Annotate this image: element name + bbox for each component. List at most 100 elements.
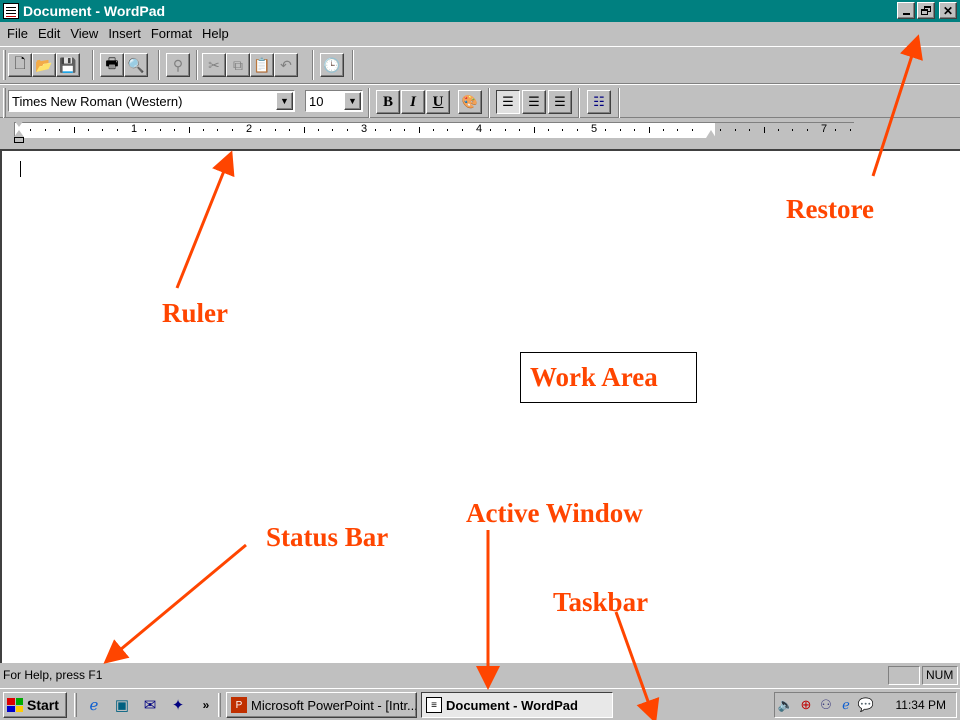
menu-view[interactable]: View	[65, 26, 103, 41]
ruler-tick	[734, 129, 736, 131]
undo-button[interactable]: ↶	[274, 53, 298, 77]
menu-edit[interactable]: Edit	[33, 26, 65, 41]
ruler-tick	[346, 129, 348, 131]
chevron-down-icon[interactable]: ▼	[276, 92, 293, 110]
align-center-button[interactable]: ☰	[522, 90, 546, 114]
format-separator	[618, 88, 620, 118]
ruler-tick	[159, 129, 161, 131]
align-left-button[interactable]: ☰	[496, 90, 520, 114]
color-button[interactable]: 🎨	[458, 90, 482, 114]
ruler-strip[interactable]: 1 2 3 4 5 7	[14, 122, 854, 138]
status-panel-empty	[888, 666, 920, 685]
print-preview-icon: 🔍	[127, 56, 145, 73]
task-powerpoint[interactable]: P Microsoft PowerPoint - [Intr...	[226, 692, 417, 718]
print-icon: 🖶	[105, 55, 119, 71]
new-button[interactable]: 🗋	[8, 53, 32, 77]
open-button[interactable]: 📂	[32, 53, 56, 77]
minimize-button[interactable]	[897, 2, 915, 19]
copy-button[interactable]: ⧉	[226, 53, 250, 77]
start-button[interactable]: Start	[3, 692, 67, 718]
volume-icon[interactable]: 🔈	[777, 696, 795, 714]
internet-explorer-icon[interactable]: ℯ	[84, 695, 104, 715]
bold-button[interactable]: B	[376, 90, 400, 114]
ruler-tick	[648, 127, 650, 133]
desktop-icon[interactable]: ▣	[112, 695, 132, 715]
font-size-combo[interactable]: 10 ▼	[305, 90, 363, 112]
cut-button[interactable]: ✂	[202, 53, 226, 77]
antivirus-icon[interactable]: ⊕	[797, 696, 815, 714]
clock[interactable]: 11:34 PM	[896, 698, 946, 712]
ie-tray-icon[interactable]: ℯ	[837, 696, 855, 714]
taskbar-grip[interactable]	[74, 693, 77, 717]
ruler-tick	[87, 129, 89, 131]
annotation-restore: Restore	[786, 194, 874, 224]
ruler-tick	[289, 129, 291, 131]
close-button[interactable]: ✕	[939, 2, 957, 19]
align-left-icon: ☰	[502, 94, 514, 110]
right-indent-marker[interactable]	[706, 130, 716, 138]
menu-help[interactable]: Help	[197, 26, 234, 41]
menu-format[interactable]: Format	[146, 26, 197, 41]
toolbar-grip[interactable]	[3, 50, 6, 80]
save-button[interactable]: 💾	[56, 53, 80, 77]
annotation-active-window: Active Window	[466, 498, 643, 528]
ruler-tick	[533, 127, 535, 133]
save-icon: 💾	[59, 56, 77, 73]
taskbar-grip[interactable]	[218, 693, 221, 717]
underline-button[interactable]: U	[426, 90, 450, 114]
annotation-taskbar: Taskbar	[553, 587, 649, 617]
font-name-combo[interactable]: Times New Roman (Western) ▼	[8, 90, 295, 112]
channels-icon[interactable]: ✦	[168, 695, 188, 715]
paste-button[interactable]: 📋	[250, 53, 274, 77]
message-icon[interactable]: 💬	[857, 696, 875, 714]
align-right-button[interactable]: ☰	[548, 90, 572, 114]
toolbar-separator	[92, 50, 94, 80]
first-line-indent-marker[interactable]	[14, 120, 24, 127]
print-preview-button[interactable]: 🔍	[124, 53, 148, 77]
network-icon[interactable]: ⚇	[817, 696, 835, 714]
left-indent-marker[interactable]	[14, 130, 24, 137]
wordpad-document-icon[interactable]	[3, 3, 19, 19]
ruler[interactable]: 1 2 3 4 5 7	[0, 118, 960, 148]
ruler-tick	[634, 129, 636, 131]
color-icon: 🎨	[461, 94, 479, 109]
task-label: Document - WordPad	[446, 697, 578, 713]
wordpad-icon: ≡	[426, 697, 442, 713]
ruler-tick	[418, 127, 420, 133]
toolbar-print-group: 🖶 🔍	[100, 53, 148, 77]
outlook-icon[interactable]: ✉	[140, 695, 160, 715]
ruler-tick	[432, 129, 434, 131]
date-time-button[interactable]: 🕒	[320, 53, 344, 77]
menu-file[interactable]: File	[2, 26, 33, 41]
status-text: For Help, press F1	[3, 668, 103, 682]
format-bar-grip[interactable]	[3, 88, 6, 118]
find-icon: ⚲	[172, 56, 184, 73]
bullets-icon: ☷	[593, 94, 605, 110]
chevron-down-icon[interactable]: ▼	[344, 92, 361, 110]
title-bar[interactable]: Document - WordPad ✕	[0, 0, 960, 22]
font-name-value: Times New Roman (Western)	[12, 93, 183, 109]
menu-insert[interactable]: Insert	[103, 26, 146, 41]
annotation-ruler: Ruler	[162, 298, 228, 328]
task-wordpad[interactable]: ≡ Document - WordPad	[421, 692, 613, 718]
restore-icon	[921, 6, 931, 15]
toolbar-separator	[196, 50, 198, 80]
ruler-tick	[849, 129, 851, 131]
ruler-number: 2	[246, 123, 253, 135]
cut-icon: ✂	[208, 56, 220, 73]
restore-button[interactable]	[917, 2, 935, 19]
start-label: Start	[27, 697, 59, 713]
ruler-tick	[605, 129, 607, 131]
new-icon: 🗋	[14, 55, 26, 71]
find-button[interactable]: ⚲	[166, 53, 190, 77]
print-button[interactable]: 🖶	[100, 53, 124, 77]
quick-launch-more[interactable]: »	[196, 695, 216, 715]
toolbar: 🗋 📂 💾 🖶 🔍 ⚲ ✂ ⧉ 📋 ↶ 🕒	[0, 46, 960, 84]
left-margin-box[interactable]	[14, 137, 24, 143]
italic-button[interactable]: I	[401, 90, 425, 114]
ruler-number: 7	[821, 123, 828, 135]
ruler-tick	[116, 129, 118, 131]
ruler-number: 1	[131, 123, 138, 135]
document-work-area[interactable]	[0, 149, 960, 663]
bullets-button[interactable]: ☷	[587, 90, 611, 114]
